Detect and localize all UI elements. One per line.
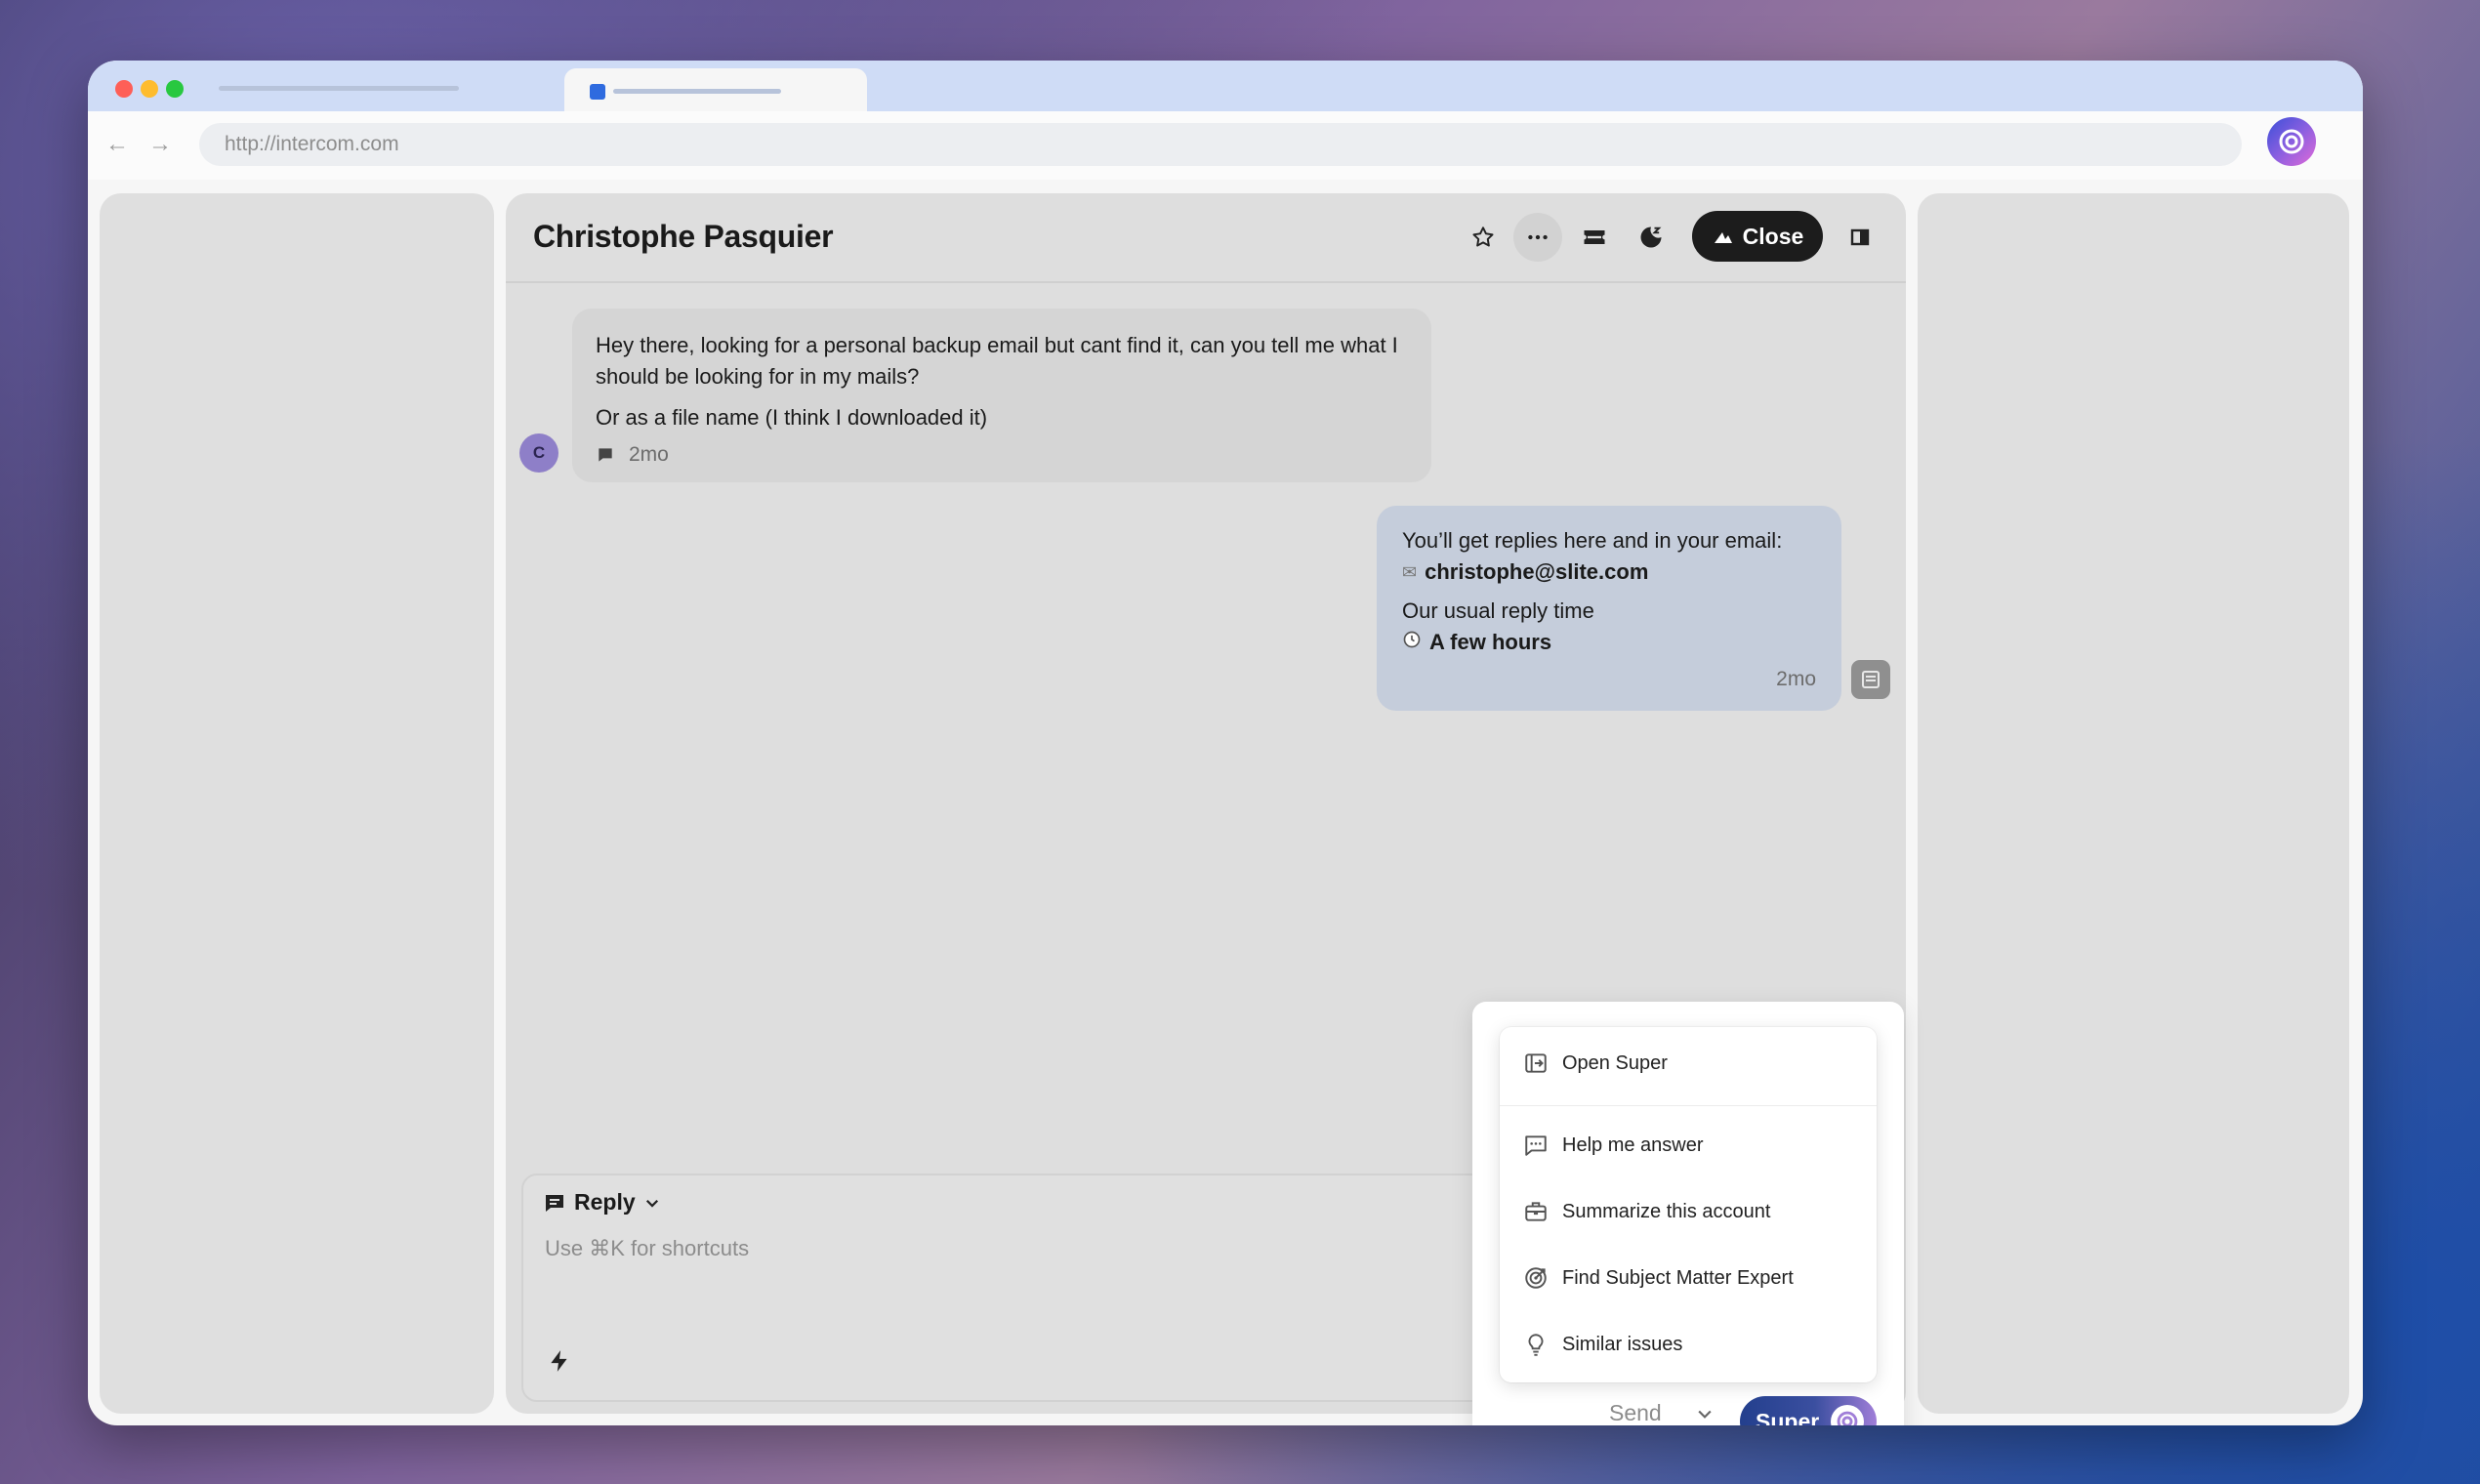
incoming-timestamp: 2mo [629, 443, 669, 466]
reply-mode-label: Reply [574, 1189, 636, 1215]
open-panel-icon [1525, 1053, 1547, 1073]
menu-item-label: Help me answer [1562, 1134, 1704, 1156]
menu-item-similar-issues[interactable]: Similar issues [1523, 1332, 1682, 1357]
url-input[interactable]: http://intercom.com [199, 123, 2242, 166]
close-button-label: Close [1742, 223, 1804, 249]
incoming-message: Hey there, looking for a personal backup… [572, 309, 1431, 482]
tab-title-placeholder [613, 89, 781, 94]
menu-item-label: Similar issues [1562, 1333, 1683, 1355]
ticket-icon[interactable] [1570, 213, 1619, 262]
tab-bar [88, 61, 2363, 111]
chevron-down-icon [645, 1199, 658, 1208]
avatar[interactable]: C [519, 433, 558, 473]
menu-item-open-super[interactable]: Open Super [1523, 1051, 1668, 1076]
close-conversation-button[interactable]: Close [1692, 211, 1823, 262]
super-popup: Open Super Help me answer Summarize this… [1472, 1002, 1904, 1425]
menu-item-find-expert[interactable]: Find Subject Matter Expert [1523, 1265, 1794, 1291]
bot-message-icon [1851, 660, 1890, 699]
menu-item-label: Open Super [1562, 1051, 1668, 1074]
reply-time-label: Our usual reply time [1402, 598, 1594, 623]
tab-inactive[interactable] [219, 86, 459, 91]
left-sidebar [100, 193, 494, 1414]
incoming-message-text-2: Or as a file name (I think I downloaded … [596, 405, 988, 430]
tab-active[interactable] [564, 68, 867, 111]
menu-item-summarize-account[interactable]: Summarize this account [1523, 1199, 1770, 1224]
reply-time-value: A few hours [1429, 630, 1552, 654]
chevron-down-icon[interactable] [1695, 1404, 1715, 1423]
lightbulb-icon [1528, 1334, 1544, 1356]
maximize-window-dot[interactable] [166, 80, 184, 98]
menu-item-label: Find Subject Matter Expert [1562, 1266, 1794, 1289]
contact-email: christophe@slite.com [1425, 559, 1649, 584]
reply-intro-text: You’ll get replies here and in your emai… [1402, 528, 1783, 553]
star-icon[interactable] [1459, 213, 1508, 262]
close-window-dot[interactable] [115, 80, 133, 98]
reply-icon [546, 1194, 563, 1212]
target-icon [1525, 1267, 1547, 1289]
tab-favicon-icon [590, 84, 605, 100]
incoming-message-text: Hey there, looking for a personal backup… [596, 333, 1398, 389]
forward-arrow-icon[interactable]: → [148, 131, 172, 158]
snooze-icon[interactable] [1627, 213, 1675, 262]
close-conversation-icon [1714, 232, 1732, 243]
reply-mode-dropdown[interactable]: Reply [543, 1189, 661, 1216]
reply-input[interactable]: Use ⌘K for shortcuts [545, 1236, 749, 1261]
minimize-window-dot[interactable] [141, 80, 158, 98]
outgoing-timestamp: 2mo [1776, 668, 1816, 690]
send-button[interactable]: Send [1609, 1400, 1715, 1425]
menu-item-help-me-answer[interactable]: Help me answer [1523, 1133, 1704, 1158]
chat-dots-icon [1525, 1135, 1547, 1156]
super-extension-icon[interactable] [2267, 117, 2316, 166]
menu-divider [1500, 1105, 1877, 1106]
briefcase-icon [1525, 1202, 1547, 1221]
back-arrow-icon[interactable]: ← [105, 131, 129, 158]
contact-name: Christophe Pasquier [533, 219, 834, 254]
toggle-details-panel-icon[interactable] [1836, 213, 1884, 262]
menu-item-label: Summarize this account [1562, 1200, 1771, 1222]
super-button-label: Super [1756, 1408, 1820, 1426]
conversation-header: Christophe Pasquier Close [506, 193, 1906, 283]
more-options-icon[interactable] [1513, 213, 1562, 262]
super-logo-icon [1831, 1405, 1865, 1425]
address-bar-row: ← → http://intercom.com [88, 111, 2363, 180]
outgoing-message: You’ll get replies here and in your emai… [1377, 506, 1841, 711]
browser-window: ← → http://intercom.com Christophe Pasqu… [88, 61, 2363, 1425]
envelope-icon: ✉ [1402, 562, 1418, 582]
chat-channel-icon [599, 448, 612, 462]
super-button[interactable]: Super [1740, 1396, 1877, 1425]
right-sidebar [1918, 193, 2349, 1414]
send-label: Send [1609, 1400, 1662, 1425]
super-menu: Open Super Help me answer Summarize this… [1500, 1027, 1877, 1382]
lightning-icon[interactable] [547, 1347, 572, 1380]
clock-icon [1402, 627, 1422, 658]
